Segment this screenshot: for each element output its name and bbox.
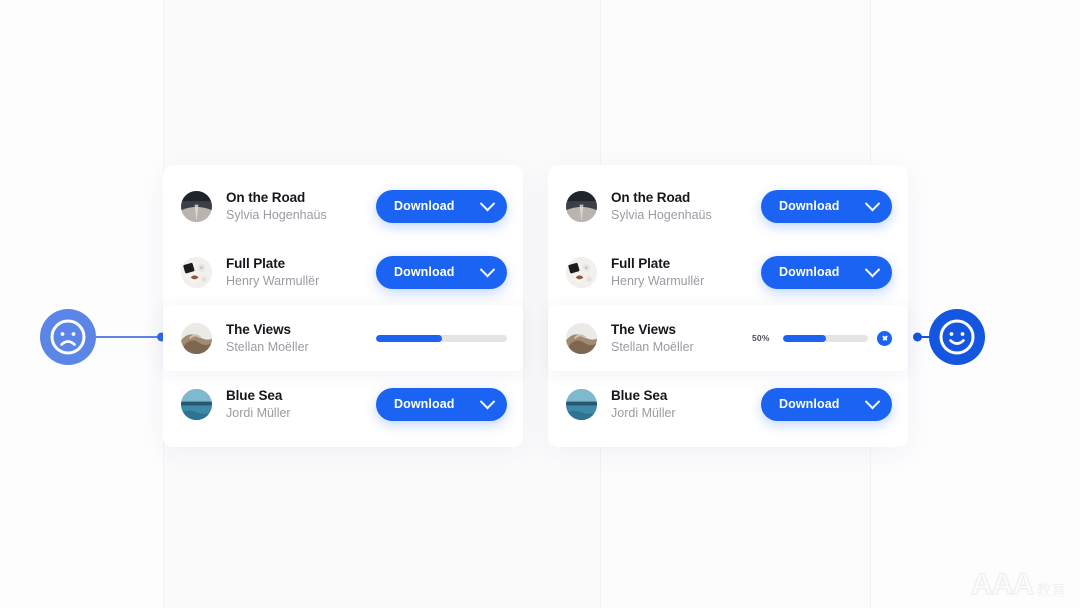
- row-title: On the Road: [226, 189, 306, 205]
- row-meta: On the Road Sylvia Hogenhaüs: [611, 189, 761, 224]
- watermark-sub-text: 教育: [1035, 582, 1066, 599]
- progress-bar: [376, 334, 507, 342]
- row-artist: Henry Warmullër: [226, 274, 320, 288]
- row-meta: The Views Stellan Moëller: [611, 321, 752, 356]
- avatar: [566, 388, 597, 420]
- row-action: Download: [376, 387, 507, 421]
- download-button[interactable]: Download: [761, 189, 892, 223]
- avatar: [566, 256, 597, 288]
- table-row[interactable]: Blue Sea Jordi Müller Download: [548, 371, 908, 437]
- row-action: 50%: [752, 330, 892, 346]
- row-artist: Stellan Moëller: [226, 340, 309, 354]
- row-title: Blue Sea: [611, 387, 668, 403]
- happy-face-marker[interactable]: [929, 309, 985, 365]
- download-list-panel-after: On the Road Sylvia Hogenhaüs Download Fu…: [548, 165, 908, 447]
- table-row[interactable]: Blue Sea Jordi Müller Download: [163, 371, 523, 437]
- avatar: [181, 190, 212, 222]
- row-artist: Henry Warmullër: [611, 274, 705, 288]
- row-meta: On the Road Sylvia Hogenhaüs: [226, 189, 376, 224]
- row-meta: The Views Stellan Moëller: [226, 321, 376, 356]
- table-row-active[interactable]: The Views Stellan Moëller 50%: [548, 305, 908, 371]
- chevron-down-icon: [479, 393, 496, 409]
- chevron-down-icon: [864, 261, 881, 277]
- download-button[interactable]: Download: [761, 387, 892, 421]
- progress-bar: [783, 334, 868, 342]
- chevron-down-icon: [864, 393, 881, 409]
- progress-bar-fill: [376, 334, 442, 342]
- row-action: Download: [376, 189, 507, 223]
- table-row[interactable]: Full Plate Henry Warmullër Download: [548, 239, 908, 305]
- row-title: The Views: [226, 321, 291, 337]
- row-title: Blue Sea: [226, 387, 283, 403]
- connector-line-left: [96, 332, 166, 342]
- cancel-download-button[interactable]: [877, 330, 892, 346]
- row-artist: Stellan Moëller: [611, 340, 694, 354]
- download-button[interactable]: Download: [376, 189, 507, 223]
- row-action: Download: [376, 255, 507, 289]
- download-button-label: Download: [394, 199, 455, 213]
- row-action: Download: [761, 387, 892, 421]
- download-progress-before: [376, 334, 507, 342]
- download-list-panel-before: On the Road Sylvia Hogenhaüs Download Fu…: [163, 165, 523, 447]
- row-title: Full Plate: [226, 255, 286, 271]
- row-title: On the Road: [611, 189, 691, 205]
- download-button-label: Download: [394, 397, 455, 411]
- row-action: Download: [761, 189, 892, 223]
- row-meta: Full Plate Henry Warmullër: [226, 255, 376, 290]
- download-progress-after: 50%: [752, 330, 892, 346]
- stage: On the Road Sylvia Hogenhaüs Download Fu…: [0, 0, 1080, 608]
- row-title: Full Plate: [611, 255, 671, 271]
- download-button-label: Download: [779, 265, 840, 279]
- happy-face-icon: [938, 318, 976, 356]
- download-button[interactable]: Download: [376, 255, 507, 289]
- avatar: [566, 322, 597, 354]
- avatar: [566, 190, 597, 222]
- row-meta: Blue Sea Jordi Müller: [611, 387, 761, 422]
- download-button-label: Download: [779, 397, 840, 411]
- table-row[interactable]: Full Plate Henry Warmullër Download: [163, 239, 523, 305]
- sad-face-icon: [49, 318, 87, 356]
- row-meta: Blue Sea Jordi Müller: [226, 387, 376, 422]
- row-artist: Sylvia Hogenhaüs: [226, 208, 327, 222]
- download-rows-after: On the Road Sylvia Hogenhaüs Download Fu…: [548, 165, 908, 447]
- avatar: [181, 388, 212, 420]
- row-artist: Sylvia Hogenhaüs: [611, 208, 712, 222]
- progress-percent-label: 50%: [752, 333, 770, 343]
- row-artist: Jordi Müller: [611, 406, 676, 420]
- chevron-down-icon: [479, 261, 496, 277]
- progress-bar-fill: [783, 334, 826, 342]
- row-meta: Full Plate Henry Warmullër: [611, 255, 761, 290]
- download-button[interactable]: Download: [761, 255, 892, 289]
- avatar: [181, 322, 212, 354]
- row-title: The Views: [611, 321, 676, 337]
- download-button-label: Download: [394, 265, 455, 279]
- sad-face-marker[interactable]: [40, 309, 96, 365]
- table-row-active[interactable]: The Views Stellan Moëller: [163, 305, 523, 371]
- watermark-main-text: AAA: [970, 568, 1035, 601]
- connector-dot-right: [913, 332, 922, 342]
- chevron-down-icon: [864, 195, 881, 211]
- table-row[interactable]: On the Road Sylvia Hogenhaüs Download: [163, 173, 523, 239]
- row-artist: Jordi Müller: [226, 406, 291, 420]
- row-action: Download: [761, 255, 892, 289]
- table-row[interactable]: On the Road Sylvia Hogenhaüs Download: [548, 173, 908, 239]
- download-button[interactable]: Download: [376, 387, 507, 421]
- chevron-down-icon: [479, 195, 496, 211]
- row-action: [376, 334, 507, 342]
- download-rows-before: On the Road Sylvia Hogenhaüs Download Fu…: [163, 165, 523, 447]
- download-button-label: Download: [779, 199, 840, 213]
- avatar: [181, 256, 212, 288]
- watermark: AAA 教育: [970, 568, 1066, 601]
